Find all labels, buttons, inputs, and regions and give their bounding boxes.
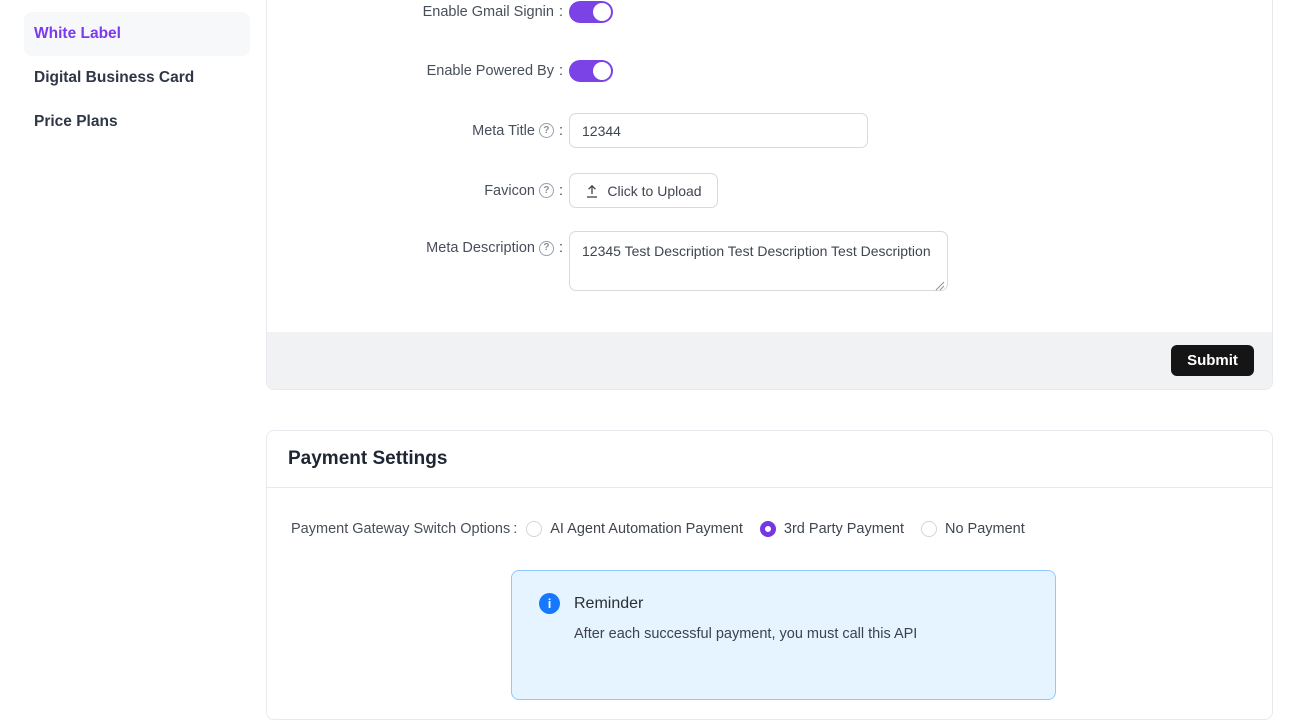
white-label-settings-card: Enable Gmail Signin: Enable Powered By: … [266, 0, 1273, 390]
submit-button[interactable]: Submit [1171, 345, 1254, 376]
sidebar-item-label: White Label [34, 25, 121, 43]
enable-powered-by-label: Enable Powered By: [267, 63, 563, 79]
meta-description-label: Meta Description ?: [267, 240, 563, 256]
colon: : [559, 4, 563, 20]
sidebar-item-label: Price Plans [34, 113, 118, 131]
colon: : [559, 63, 563, 79]
form-row-enable-gmail-signin: Enable Gmail Signin: [267, 1, 613, 23]
payment-gateway-label: Payment Gateway Switch Options: [291, 521, 517, 537]
radio-label: 3rd Party Payment [784, 521, 904, 537]
colon: : [559, 240, 563, 256]
reminder-title: Reminder [574, 595, 643, 613]
colon: : [513, 521, 517, 537]
upload-icon [585, 184, 599, 198]
enable-gmail-signin-label: Enable Gmail Signin: [267, 4, 563, 20]
sidebar-item-label: Digital Business Card [34, 69, 194, 87]
enable-powered-by-toggle[interactable] [569, 60, 613, 82]
sidebar-item-white-label[interactable]: White Label [24, 12, 250, 56]
sidebar-item-price-plans[interactable]: Price Plans [24, 100, 250, 144]
form-footer-bar: Submit [267, 332, 1272, 389]
question-circle-icon[interactable]: ? [539, 241, 554, 256]
meta-description-textarea[interactable]: 12345 Test Description Test Description … [569, 231, 948, 291]
form-row-favicon: Favicon ?: Click to Upload [267, 173, 718, 208]
radio-label: AI Agent Automation Payment [550, 521, 743, 537]
payment-settings-title: Payment Settings [288, 448, 447, 470]
form-row-meta-title: Meta Title ?: [267, 113, 868, 148]
radio-icon [921, 521, 937, 537]
radio-option-3rd-party-payment[interactable]: 3rd Party Payment [760, 521, 904, 537]
colon: : [559, 183, 563, 199]
payment-settings-header: Payment Settings [267, 431, 1272, 488]
question-circle-icon[interactable]: ? [539, 123, 554, 138]
enable-gmail-signin-toggle[interactable] [569, 1, 613, 23]
form-row-enable-powered-by: Enable Powered By: [267, 60, 613, 82]
question-circle-icon[interactable]: ? [539, 183, 554, 198]
form-row-meta-description: Meta Description ?: 12345 Test Descripti… [267, 231, 948, 296]
radio-checked-icon [760, 521, 776, 537]
radio-label: No Payment [945, 521, 1025, 537]
reminder-description: After each successful payment, you must … [574, 626, 917, 642]
colon: : [559, 123, 563, 139]
radio-icon [526, 521, 542, 537]
sidebar-item-digital-business-card[interactable]: Digital Business Card [24, 56, 250, 100]
reminder-alert: i Reminder After each successful payment… [511, 570, 1056, 700]
meta-title-input[interactable] [569, 113, 868, 148]
radio-option-no-payment[interactable]: No Payment [921, 521, 1025, 537]
payment-settings-card: Payment Settings Payment Gateway Switch … [266, 430, 1273, 720]
info-circle-icon: i [539, 593, 560, 614]
favicon-upload-button[interactable]: Click to Upload [569, 173, 718, 208]
upload-button-label: Click to Upload [607, 183, 701, 199]
radio-option-ai-agent-automation-payment[interactable]: AI Agent Automation Payment [526, 521, 743, 537]
favicon-label: Favicon ?: [267, 183, 563, 199]
meta-title-label: Meta Title ?: [267, 123, 563, 139]
payment-gateway-radio-group: Payment Gateway Switch Options: AI Agent… [291, 517, 1042, 541]
